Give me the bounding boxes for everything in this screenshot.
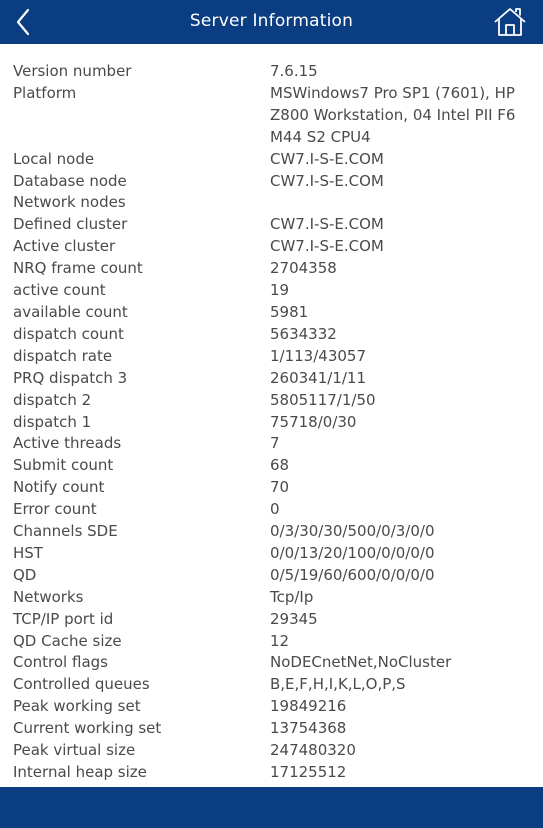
info-value: 68 — [270, 456, 290, 475]
info-row: Active threads 7 — [13, 433, 533, 455]
info-value: 0 — [270, 500, 280, 519]
info-label: Error count — [13, 500, 97, 519]
info-value: CW7.I-S-E.COM — [270, 237, 384, 256]
info-row: PRQ dispatch 3 260341/1/11 — [13, 368, 533, 390]
info-value: CW7.I-S-E.COM — [270, 171, 384, 190]
info-row: TCP/IP port id 29345 — [13, 609, 533, 631]
info-value: B,E,F,H,I,K,L,O,P,S — [270, 675, 406, 694]
info-value: CW7.I-S-E.COM — [270, 215, 384, 234]
info-row: Active cluster CW7.I-S-E.COM — [13, 236, 533, 258]
info-row: HST 0/0/13/20/100/0/0/0/0 — [13, 543, 533, 565]
info-label: Notify count — [13, 478, 105, 497]
info-row: NRQ frame count 2704358 — [13, 258, 533, 280]
info-label: Internal heap size — [13, 763, 147, 781]
server-info-content: Version number 7.6.15 Platform MSWindows7 P… — [0, 44, 543, 787]
info-label: active count — [13, 281, 106, 300]
info-row: Channels SDE 0/3/30/30/500/0/3/0/0 — [13, 521, 533, 543]
info-row: Local node CW7.I-S-E.COM — [13, 149, 533, 171]
info-value: 5634332 — [270, 324, 337, 343]
info-row: QD 0/5/19/60/600/0/0/0/0 — [13, 565, 533, 587]
info-value: MSWindows7 Pro SP1 (7601), HP Z800 Works… — [270, 83, 516, 146]
info-label: NRQ frame count — [13, 259, 143, 278]
info-label: TCP/IP port id — [13, 609, 114, 628]
info-row: active count 19 — [13, 280, 533, 302]
info-label: Networks — [13, 587, 84, 606]
info-value: 13754368 — [270, 719, 347, 738]
info-value: 2704358 — [270, 259, 337, 278]
info-row: dispatch 2 5805117/1/50 — [13, 390, 533, 412]
page-title: Server Information — [189, 11, 354, 31]
info-value: Tcp/Ip — [270, 587, 314, 606]
info-value: 260341/1/11 — [270, 368, 366, 387]
info-label: Active cluster — [13, 237, 116, 256]
info-label: Channels SDE — [13, 522, 118, 541]
info-row: Control flags NoDECnetNet,NoCluster — [13, 652, 533, 674]
info-value: 12 — [270, 631, 290, 650]
info-label: Local node — [13, 149, 95, 168]
info-row: Database node CW7.I-S-E.COM — [13, 171, 533, 193]
info-row: Controlled queues B,E,F,H,I,K,L,O,P,S — [13, 674, 533, 696]
home-icon — [494, 8, 526, 36]
info-value: 17125512 — [270, 763, 347, 781]
info-row: dispatch count 5634332 — [13, 324, 533, 346]
info-value: 1/113/43057 — [270, 346, 366, 365]
info-value: 29345 — [270, 609, 318, 628]
info-value: 247480320 — [270, 741, 356, 760]
info-value: NoDECnetNet,NoCluster — [270, 653, 452, 672]
info-label: Defined cluster — [13, 215, 128, 234]
info-label: available count — [13, 302, 128, 321]
info-label: Peak working set — [13, 697, 141, 716]
info-label: dispatch rate — [13, 346, 113, 365]
info-label: Submit count — [13, 456, 114, 475]
home-button[interactable] — [493, 6, 527, 38]
info-value: 0/3/30/30/500/0/3/0/0 — [270, 522, 435, 541]
info-row: Networks Tcp/Ip — [13, 587, 533, 609]
info-row: Defined cluster CW7.I-S-E.COM — [13, 214, 533, 236]
info-value: 0/5/19/60/600/0/0/0/0 — [270, 565, 435, 584]
info-value: 7.6.15 — [270, 62, 318, 80]
info-label: Control flags — [13, 653, 108, 672]
info-row: Peak virtual size 247480320 — [13, 740, 533, 762]
info-label: dispatch 1 — [13, 412, 92, 431]
info-label: HST — [13, 543, 43, 562]
info-value: 70 — [270, 478, 290, 497]
info-row: Error count 0 — [13, 499, 533, 521]
info-label: Platform — [13, 83, 77, 102]
info-label: Version number — [13, 62, 132, 80]
info-label: Active threads — [13, 434, 122, 453]
info-value: 75718/0/30 — [270, 412, 357, 431]
info-row: Version number 7.6.15 — [13, 61, 533, 83]
info-value: 19849216 — [270, 697, 347, 716]
info-label: Network nodes — [13, 193, 126, 212]
info-label: dispatch count — [13, 324, 124, 343]
info-label: Database node — [13, 171, 127, 190]
info-value: CW7.I-S-E.COM — [270, 149, 384, 168]
info-label: Current working set — [13, 719, 162, 738]
info-row: Notify count 70 — [13, 477, 533, 499]
info-label: PRQ dispatch 3 — [13, 368, 128, 387]
info-label: QD — [13, 565, 37, 584]
info-label: QD Cache size — [13, 631, 122, 650]
info-row: QD Cache size 12 — [13, 631, 533, 653]
info-value: 5981 — [270, 302, 309, 321]
info-label: dispatch 2 — [13, 390, 92, 409]
info-label: Controlled queues — [13, 675, 150, 694]
info-row: dispatch rate 1/113/43057 — [13, 346, 533, 368]
server-info-list: Version number 7.6.15 Platform MSWindows7 P… — [13, 61, 533, 784]
info-label: Peak virtual size — [13, 741, 136, 760]
info-row: Network nodes — [13, 192, 533, 214]
info-row: Peak working set 19849216 — [13, 696, 533, 718]
info-value: 7 — [270, 434, 280, 453]
info-value: 19 — [270, 281, 290, 300]
info-row: Current working set 13754368 — [13, 718, 533, 740]
info-row: available count 5981 — [13, 302, 533, 324]
footer-bar — [0, 787, 543, 828]
info-row: dispatch 1 75718/0/30 — [13, 412, 533, 434]
info-value: 5805117/1/50 — [270, 390, 376, 409]
info-row: Submit count 68 — [13, 455, 533, 477]
header-bar: Server Information — [0, 0, 543, 44]
info-row: Platform MSWindows7 Pro SP1 (7601), HP Z8… — [13, 83, 533, 149]
info-value: 0/0/13/20/100/0/0/0/0 — [270, 543, 435, 562]
info-row: Internal heap size 17125512 — [13, 762, 533, 784]
